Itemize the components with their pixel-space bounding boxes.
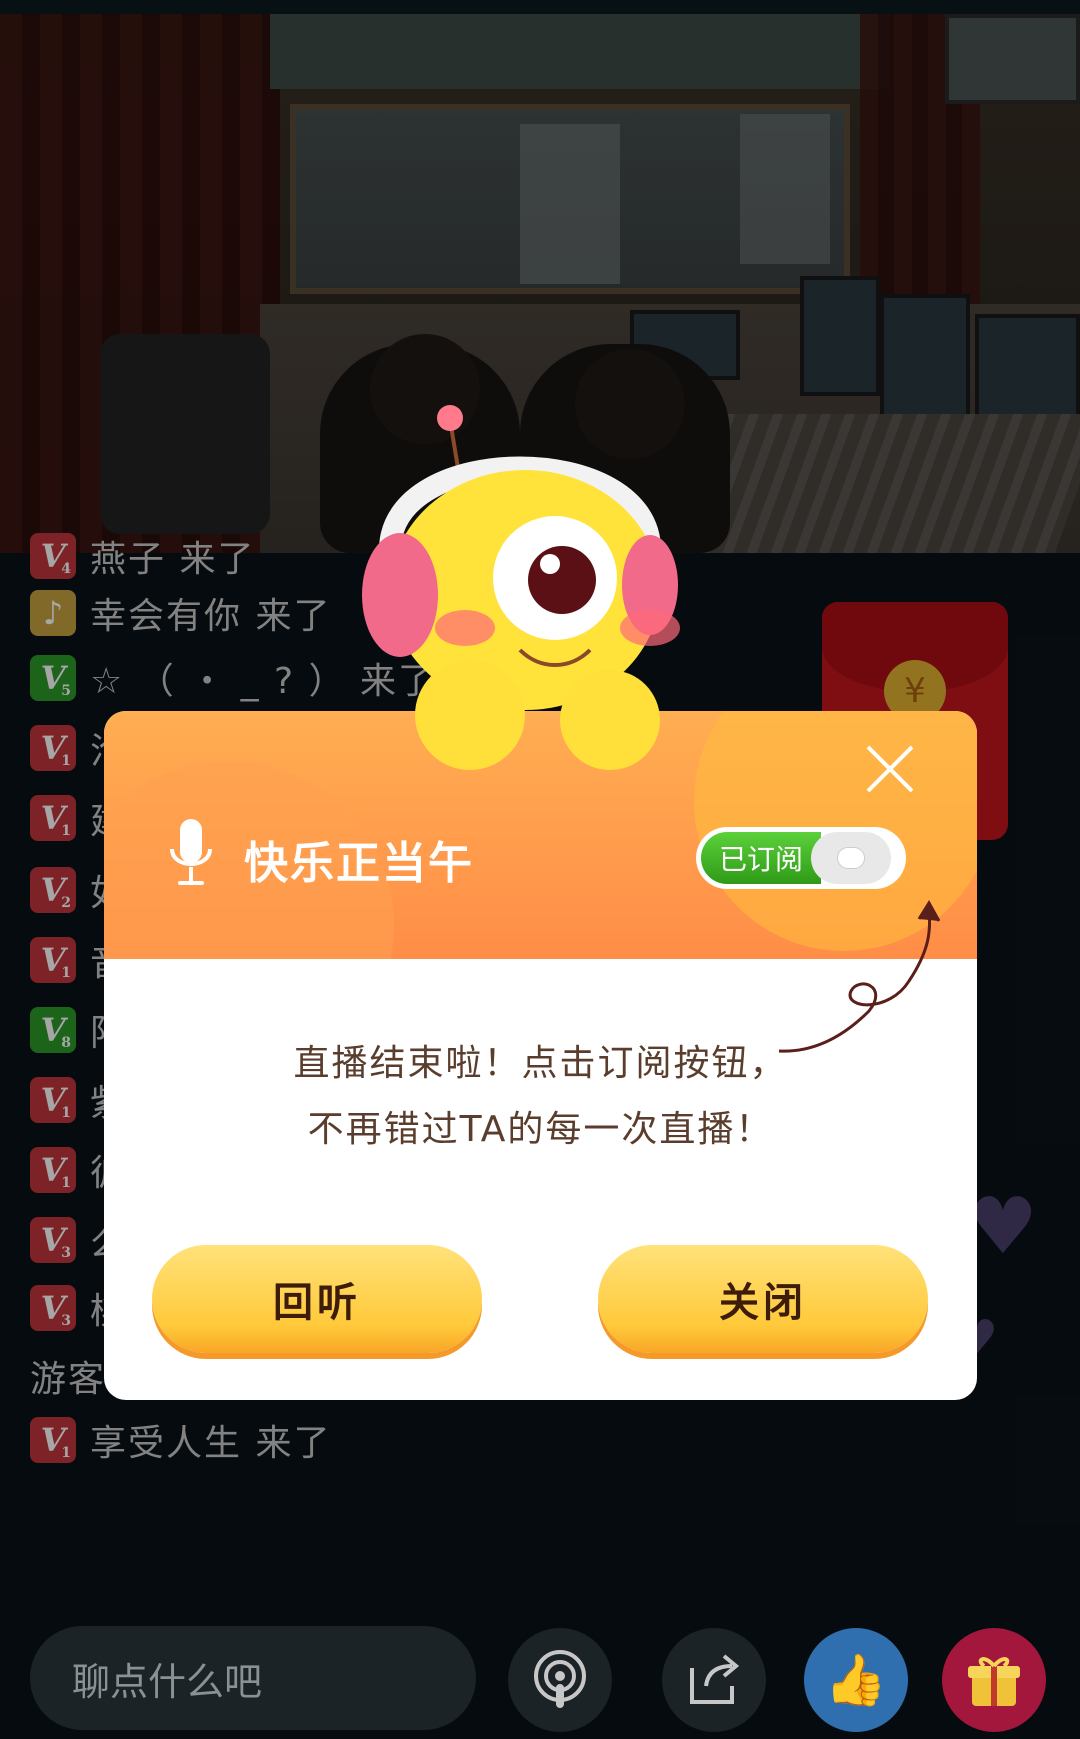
wall-tv [945, 14, 1080, 104]
message-line-2: 不再错过TA的每一次直播！ [307, 1109, 774, 1150]
vip-level-number: 1 [61, 1175, 71, 1191]
mascot-illustration [362, 405, 680, 770]
chat-message: ♪ 幸会有你 来了 [30, 588, 331, 638]
vip-level-badge: V8 [30, 1007, 76, 1053]
vip-level-number: 1 [61, 1445, 71, 1461]
microphone-icon [170, 819, 212, 885]
like-button[interactable]: 👍 [804, 1628, 908, 1732]
toggle-knob [811, 832, 891, 884]
close-icon[interactable] [862, 741, 918, 797]
vip-level-badge: V3 [30, 1217, 76, 1263]
channel-name: 快乐正当午 [244, 838, 474, 889]
vip-level-badge: V1 [30, 1147, 76, 1193]
vip-level-number: 1 [61, 1105, 71, 1121]
live-ended-modal: 快乐正当午 已订阅 直播结束啦！点击订阅按钮， 不再错过TA的每一次直播！ 回听… [104, 711, 977, 1400]
vip-level-badge: V1 [30, 1417, 76, 1463]
vip-level-number: 4 [61, 561, 71, 577]
vip-level-badge: V1 [30, 795, 76, 841]
share-icon [690, 1654, 740, 1704]
close-button[interactable]: 关闭 [598, 1245, 928, 1353]
monitor [880, 294, 970, 424]
vip-level-number: 5 [61, 683, 71, 699]
bottom-bar: 聊点什么吧 👍 [0, 1620, 1080, 1739]
gift-icon [968, 1657, 1020, 1706]
vip-level-number: 3 [61, 1245, 71, 1261]
chat-input[interactable]: 聊点什么吧 [30, 1626, 476, 1730]
subscribe-label: 已订阅 [701, 832, 821, 884]
status-strip [0, 0, 1080, 14]
share-button[interactable] [662, 1628, 766, 1732]
vip-level-badge: V1 [30, 937, 76, 983]
vip-level-badge: V4 [30, 533, 76, 579]
subscribe-toggle[interactable]: 已订阅 [696, 827, 906, 889]
heart-icon: ♥ [968, 1182, 1038, 1272]
gift-button[interactable] [942, 1628, 1046, 1732]
podcast-button[interactable] [508, 1628, 612, 1732]
vip-level-number: 2 [61, 895, 71, 911]
message-line-1: 直播结束啦！点击订阅按钮， [293, 1043, 788, 1084]
vip-level-badge: V5 [30, 655, 76, 701]
podcast-icon [534, 1650, 586, 1708]
vip-level-badge: ♪ [30, 590, 76, 636]
wall-top [270, 14, 890, 89]
vip-level-badge: V3 [30, 1285, 76, 1331]
vip-level-number: 8 [61, 1035, 71, 1051]
vip-level-badge: V1 [30, 1077, 76, 1123]
chat-message-text: 享受人生 来了 [90, 1423, 332, 1464]
vip-level-number: 3 [61, 1313, 71, 1329]
vip-level-badge: V2 [30, 867, 76, 913]
chat-message: V 4 燕子 来了 [30, 531, 255, 581]
window-light [520, 124, 620, 284]
thumbs-up-icon: 👍 [824, 1650, 888, 1709]
chat-message-text: 燕子 来了 [90, 539, 256, 580]
monitor [800, 276, 880, 396]
vip-level-badge: V1 [30, 725, 76, 771]
replay-button[interactable]: 回听 [152, 1245, 482, 1353]
modal-message: 直播结束啦！点击订阅按钮， 不再错过TA的每一次直播！ [104, 1031, 977, 1163]
vip-level-number: 1 [61, 965, 71, 981]
mixing-console [674, 414, 1080, 553]
chat-message: V 1 享受人生 来了 [30, 1415, 331, 1465]
vip-level-number: 1 [61, 753, 71, 769]
chair [100, 334, 270, 534]
chat-message-text: 幸会有你 来了 [90, 596, 332, 637]
window-light-2 [740, 114, 830, 264]
vip-level-number: 1 [61, 823, 71, 839]
